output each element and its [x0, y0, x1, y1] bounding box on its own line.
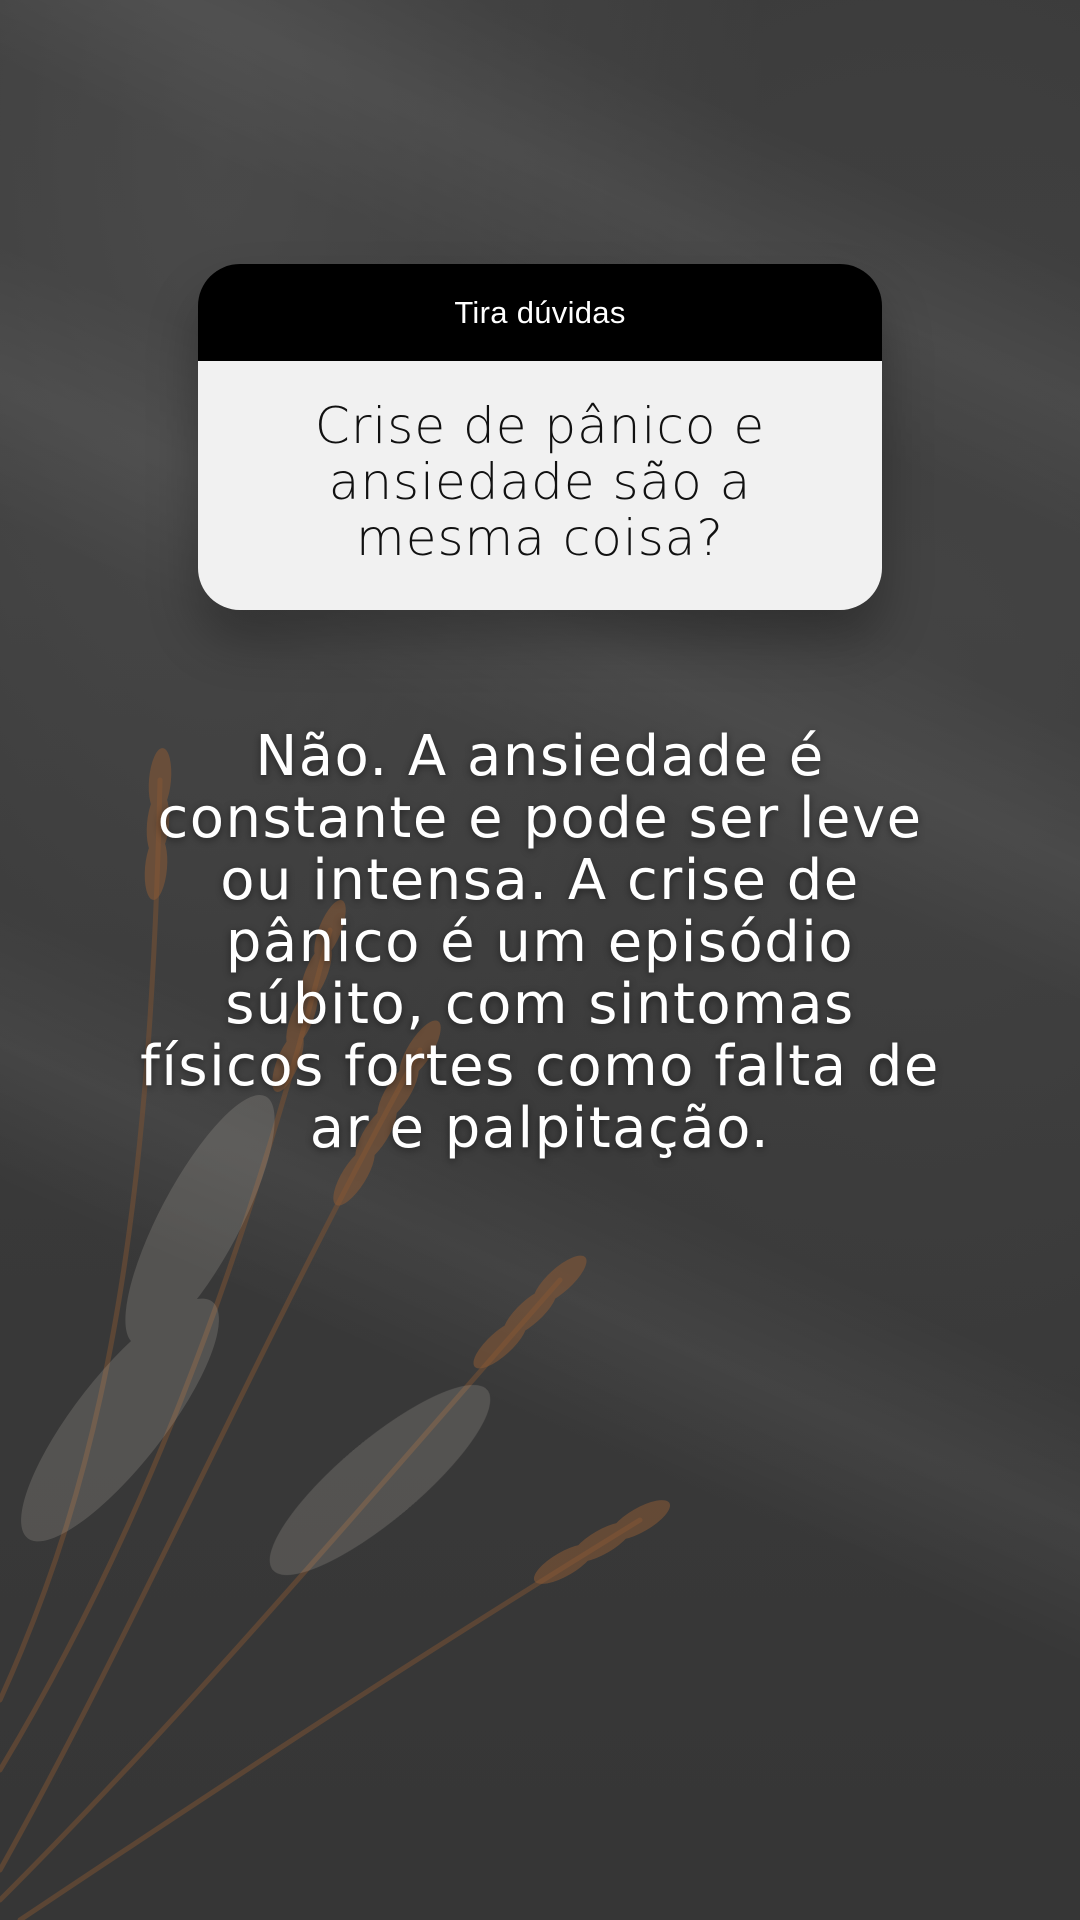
question-card-header: Tira dúvidas: [198, 264, 882, 361]
question-card-body: Crise de pânico e ansiedade são a mesma …: [198, 361, 882, 610]
question-card: Tira dúvidas Crise de pânico e ansiedade…: [198, 264, 882, 610]
question-text: Crise de pânico e ansiedade são a mesma …: [314, 396, 766, 567]
answer-text: Não. A ansiedade é constante e pode ser …: [140, 724, 940, 1161]
question-card-header-label: Tira dúvidas: [454, 294, 626, 330]
